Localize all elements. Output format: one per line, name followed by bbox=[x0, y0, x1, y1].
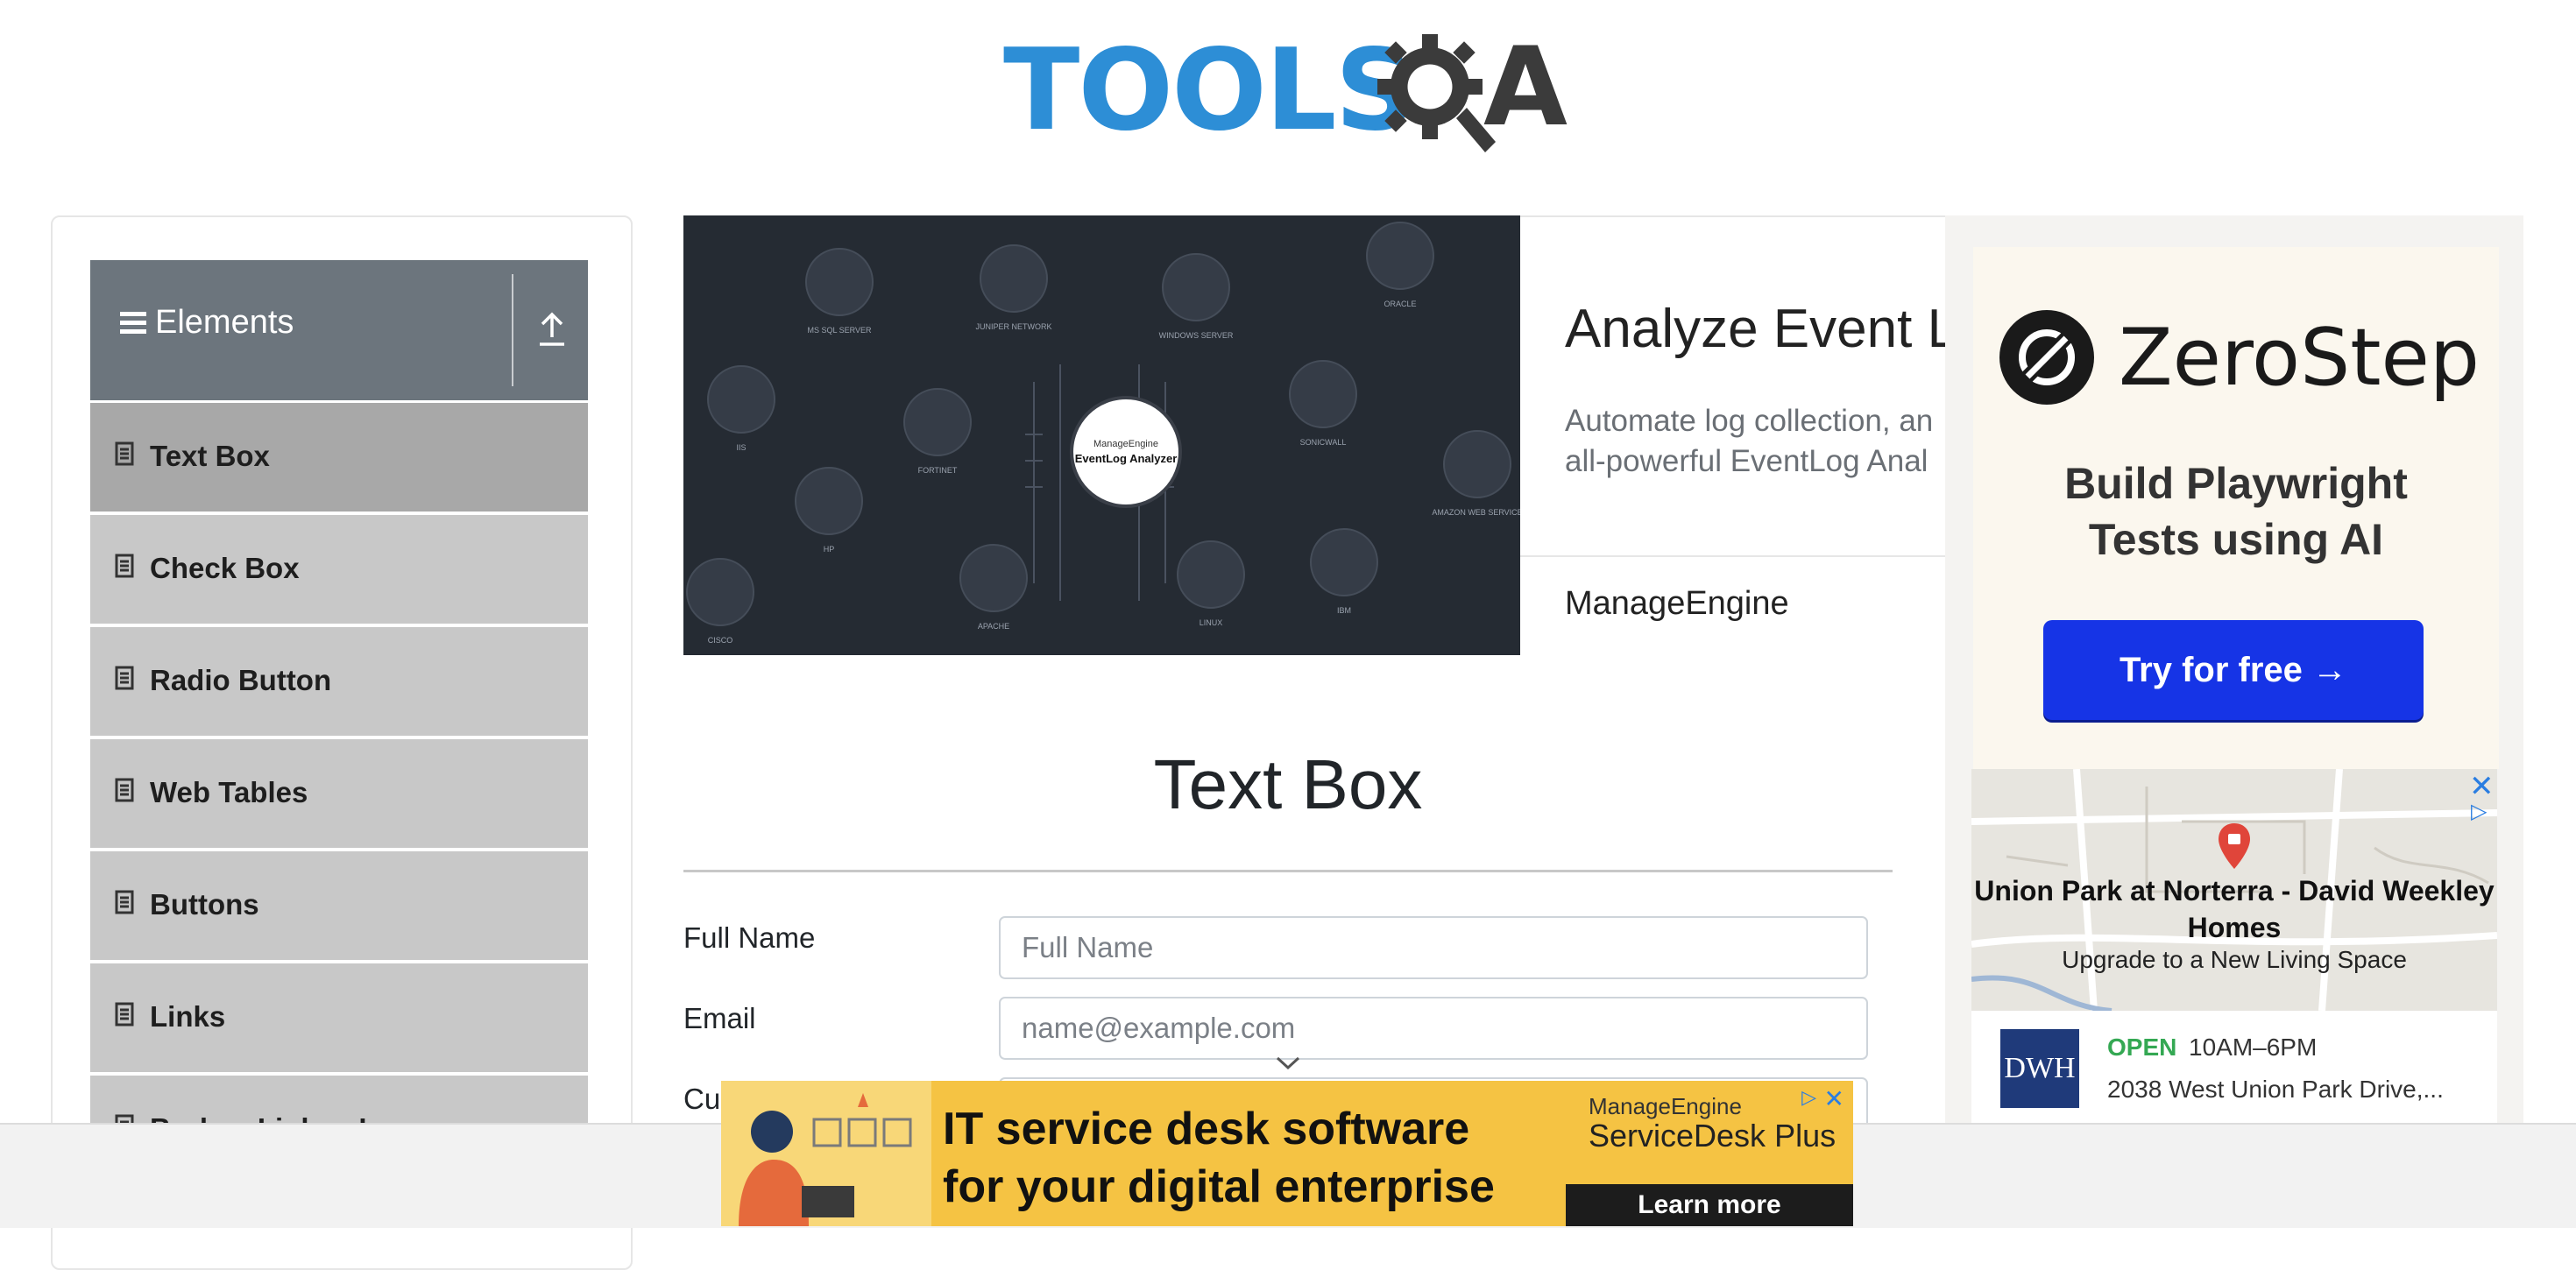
sidebar-item-radio-button[interactable]: Radio Button bbox=[90, 624, 588, 736]
center-brand: ManageEngine bbox=[1093, 439, 1158, 449]
headline-line: Build Playwright bbox=[2064, 459, 2408, 508]
sidebar-item-label: Radio Button bbox=[150, 664, 332, 696]
sidebar-item-label: Web Tables bbox=[150, 776, 308, 808]
bottom-ad-headline: IT service desk software for your digita… bbox=[943, 1100, 1495, 1216]
sidebar-item-buttons[interactable]: Buttons bbox=[90, 849, 588, 960]
sidebar-item-check-box[interactable]: Check Box bbox=[90, 512, 588, 624]
bottom-ad-line: IT service desk software bbox=[943, 1104, 1470, 1154]
banner-border bbox=[1520, 215, 1945, 217]
bottom-ad-line: for your digital enterprise bbox=[943, 1161, 1495, 1212]
node-label: MS SQL SERVER bbox=[807, 326, 872, 335]
banner-divider bbox=[1520, 555, 1945, 557]
support-agent-illustration bbox=[721, 1081, 931, 1226]
full-name-input[interactable] bbox=[999, 916, 1868, 979]
try-for-free-button[interactable]: Try for free → bbox=[2043, 620, 2424, 720]
title-divider bbox=[683, 870, 1893, 872]
banner-desc-line: all-powerful EventLog Anal bbox=[1565, 444, 1928, 478]
group-title: Elements bbox=[155, 304, 294, 341]
node-label: IBM bbox=[1337, 606, 1351, 615]
banner-desc-line: Automate log collection, an bbox=[1565, 404, 1934, 438]
full-name-label: Full Name bbox=[683, 921, 816, 954]
ad-choices-icon[interactable]: ▷ bbox=[2471, 799, 2487, 824]
headline-line: Tests using AI bbox=[2088, 515, 2384, 564]
bottom-ad-brand: ManageEngine bbox=[1589, 1093, 1742, 1119]
page-title: Text Box bbox=[1153, 745, 1423, 823]
hamburger-icon bbox=[120, 307, 146, 338]
node-label: CISCO bbox=[708, 636, 733, 645]
document-icon bbox=[115, 778, 134, 802]
bottom-ad-product: ServiceDesk Plus bbox=[1589, 1118, 1836, 1154]
sidebar-item-label: Links bbox=[150, 1000, 226, 1033]
email-input[interactable] bbox=[999, 997, 1868, 1060]
document-icon bbox=[115, 666, 134, 690]
business-address: 2038 West Union Park Drive,... bbox=[2107, 1076, 2444, 1103]
zerostep-headline: Build Playwright Tests using AI bbox=[1973, 455, 2499, 568]
chevron-down-icon[interactable] bbox=[1276, 1056, 1300, 1070]
ad-close-icon[interactable]: ✕ bbox=[1824, 1084, 1844, 1113]
node-label: AMAZON WEB SERVICE bbox=[1432, 508, 1520, 517]
header-divider bbox=[512, 274, 513, 386]
open-status: OPEN bbox=[2107, 1034, 2177, 1061]
node-label: IIS bbox=[736, 443, 746, 452]
integration-diagram: MS SQL SERVER JUNIPER NETWORK WINDOWS SE… bbox=[686, 222, 1520, 645]
elements-group-header[interactable]: Elements bbox=[90, 260, 588, 400]
sidebar-item-web-tables[interactable]: Web Tables bbox=[90, 737, 588, 848]
sidebar-item-label: Text Box bbox=[150, 440, 270, 472]
node-label: LINUX bbox=[1200, 618, 1223, 627]
document-icon bbox=[115, 1002, 134, 1027]
bottom-banner-ad[interactable]: IT service desk software for your digita… bbox=[721, 1081, 1853, 1226]
map-subtitle: Upgrade to a New Living Space bbox=[2062, 946, 2407, 973]
sidebar-item-links[interactable]: Links bbox=[90, 961, 588, 1072]
learn-more-button[interactable]: Learn more bbox=[1566, 1184, 1853, 1226]
collapse-up-icon[interactable] bbox=[537, 309, 567, 348]
node-label: APACHE bbox=[978, 622, 1009, 631]
banner-title[interactable]: Analyze Event Lo bbox=[1565, 298, 1988, 360]
banner-description: Automate log collection, an all-powerful… bbox=[1565, 401, 1950, 482]
banner-brand[interactable]: ManageEngine bbox=[1565, 585, 1789, 623]
gear-magnifier-icon bbox=[1377, 34, 1496, 152]
document-icon bbox=[115, 554, 134, 578]
dwh-logo: DWH bbox=[2000, 1029, 2079, 1108]
node-label: SONICWALL bbox=[1300, 438, 1347, 447]
banner-ad-image[interactable]: MS SQL SERVER JUNIPER NETWORK WINDOWS SE… bbox=[683, 215, 1520, 655]
sidebar-item-label: Buttons bbox=[150, 888, 259, 921]
zerostep-brand: ZeroStep bbox=[2119, 312, 2480, 404]
node-label: HP bbox=[824, 545, 835, 554]
ad-choices-icon[interactable]: ▷ bbox=[1801, 1086, 1816, 1109]
logo-text: TOOLS bbox=[1003, 25, 1416, 156]
email-label: Email bbox=[683, 1002, 756, 1034]
toolsqa-logo[interactable]: TOOLS A bbox=[1003, 18, 1582, 166]
node-label: ORACLE bbox=[1384, 300, 1416, 308]
map-location-title[interactable]: Union Park at Norterra - David Weekley H… bbox=[1971, 872, 2497, 946]
document-icon bbox=[115, 441, 134, 466]
center-product: EventLog Analyzer bbox=[1075, 452, 1178, 465]
zerostep-logo-icon bbox=[1999, 310, 2094, 405]
node-label: WINDOWS SERVER bbox=[1159, 331, 1234, 340]
map-pin-icon bbox=[2219, 823, 2250, 869]
business-hours: 10AM–6PM bbox=[2189, 1034, 2318, 1061]
document-icon bbox=[115, 890, 134, 914]
sidebar-item-label: Check Box bbox=[150, 552, 300, 584]
node-label: FORTINET bbox=[918, 466, 958, 475]
logo-suffix: A bbox=[1483, 25, 1568, 151]
sidebar-item-text-box[interactable]: Text Box bbox=[90, 400, 588, 512]
node-label: JUNIPER NETWORK bbox=[975, 322, 1051, 331]
